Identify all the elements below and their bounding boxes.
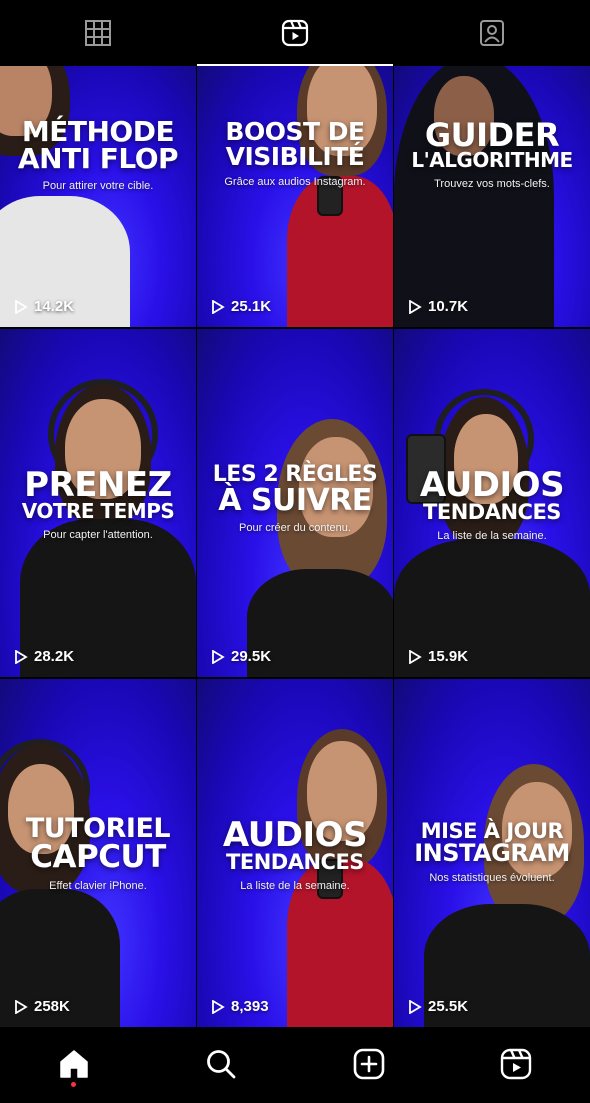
thumbnail-photo: [0, 66, 130, 327]
view-count: 8,393: [211, 998, 269, 1015]
reel-tile[interactable]: AUDIOS TENDANCES La liste de la semaine.…: [394, 329, 590, 677]
nav-reels[interactable]: [496, 1044, 536, 1084]
play-icon: [409, 999, 422, 1014]
reels-grid: MÉTHODE ANTI FLOP Pour attirer votre cib…: [0, 66, 590, 1028]
tab-tagged[interactable]: [393, 0, 590, 66]
reel-title-line: TENDANCES: [423, 500, 561, 525]
play-icon: [409, 649, 422, 664]
reel-tile[interactable]: MISE À JOUR INSTAGRAM Nos statistiques é…: [394, 679, 590, 1027]
profile-tabs: [0, 0, 590, 66]
thumbnail-photo: [394, 66, 590, 327]
view-count: 15.9K: [408, 648, 468, 665]
reels-icon: [501, 1048, 532, 1080]
reel-subtitle: Pour capter l'attention.: [43, 528, 153, 541]
home-icon: [60, 1050, 88, 1078]
reel-subtitle: La liste de la semaine.: [437, 529, 547, 542]
reel-title-line: INSTAGRAM: [414, 838, 570, 867]
reel-title-line: VISIBILITÉ: [225, 141, 365, 171]
reel-subtitle: Pour attirer votre cible.: [42, 179, 154, 192]
reel-title-line: TENDANCES: [226, 850, 364, 875]
play-icon: [15, 299, 28, 314]
play-icon: [212, 299, 225, 314]
view-count: 25.1K: [211, 298, 271, 315]
grid-icon: [85, 20, 112, 46]
reel-title-line: GUIDER: [424, 116, 560, 154]
view-count: 10.7K: [408, 298, 468, 315]
reel-subtitle: Pour créer du contenu.: [239, 521, 351, 534]
tab-reels[interactable]: [196, 0, 394, 66]
play-icon: [409, 299, 422, 314]
view-count: 28.2K: [14, 648, 74, 665]
notification-dot: [70, 1082, 76, 1087]
reel-subtitle: Nos statistiques évoluent.: [429, 872, 555, 885]
reel-tile[interactable]: MÉTHODE ANTI FLOP Pour attirer votre cib…: [0, 66, 196, 327]
reel-title-line: PRENEZ: [24, 465, 172, 505]
nav-home[interactable]: [54, 1044, 94, 1087]
reel-tile[interactable]: AUDIOS TENDANCES La liste de la semaine.…: [197, 679, 393, 1027]
reel-title-line: AUDIOS: [222, 815, 368, 855]
reel-title-line: ANTI FLOP: [17, 142, 179, 176]
reel-subtitle: Grâce aux audios Instagram.: [224, 176, 366, 188]
nav-search[interactable]: [201, 1044, 241, 1084]
tagged-icon: [479, 20, 504, 46]
play-icon: [212, 649, 225, 664]
reel-title-line: CAPCUT: [30, 839, 166, 876]
nav-create[interactable]: [349, 1044, 389, 1084]
play-icon: [15, 649, 28, 664]
thumbnail-photo: [287, 66, 393, 327]
reel-tile[interactable]: PRENEZ VOTRE TEMPS Pour capter l'attenti…: [0, 329, 196, 677]
reel-title-line: BOOST DE: [225, 117, 365, 146]
reel-tile[interactable]: LES 2 RÈGLES À SUIVRE Pour créer du cont…: [197, 329, 393, 677]
thumbnail-photo: [424, 764, 590, 1027]
reel-title-line: AUDIOS: [419, 465, 565, 505]
bottom-nav: [0, 1028, 590, 1103]
tab-grid[interactable]: [0, 0, 197, 66]
reel-tile[interactable]: GUIDER L'ALGORITHME Trouvez vos mots-cle…: [394, 66, 590, 327]
reels-icon: [281, 19, 309, 47]
reel-title-line: VOTRE TEMPS: [21, 499, 175, 524]
play-icon: [15, 999, 28, 1014]
reel-tile[interactable]: TUTORIEL CAPCUT Effet clavier iPhone. 25…: [0, 679, 196, 1027]
reel-subtitle: Trouvez vos mots-clefs.: [434, 177, 550, 190]
thumbnail-photo: [237, 419, 393, 677]
reel-title-line: L'ALGORITHME: [411, 148, 573, 173]
reel-subtitle: Effet clavier iPhone.: [49, 879, 147, 892]
plus-square-icon: [353, 1048, 385, 1080]
reel-tile[interactable]: BOOST DE VISIBILITÉ Grâce aux audios Ins…: [197, 66, 393, 327]
reel-subtitle: La liste de la semaine.: [240, 879, 350, 892]
view-count: 25.5K: [408, 998, 468, 1015]
view-count: 29.5K: [211, 648, 271, 665]
view-count: 14.2K: [14, 298, 74, 315]
reel-title-line: À SUIVRE: [218, 482, 372, 518]
view-count: 258K: [14, 998, 70, 1015]
play-icon: [212, 999, 225, 1014]
search-icon: [207, 1050, 236, 1079]
